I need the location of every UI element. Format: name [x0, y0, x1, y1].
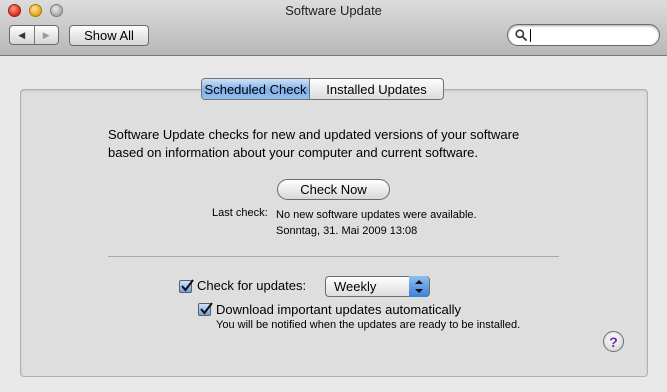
search-icon: [515, 29, 527, 41]
last-check-label: Last check:: [212, 207, 268, 219]
back-forward-control: ◀ ▶: [9, 25, 59, 45]
toolbar: Software Update ◀ ▶ Show All: [0, 0, 667, 56]
show-all-button[interactable]: Show All: [69, 25, 149, 46]
select-arrows-icon: [409, 276, 429, 297]
checkmark-icon: [200, 302, 213, 315]
update-frequency-select[interactable]: Weekly: [325, 276, 430, 297]
last-check-value: No new software updates were available. …: [276, 207, 477, 239]
check-now-button[interactable]: Check Now: [277, 179, 390, 200]
question-mark-icon: ?: [609, 333, 618, 350]
description-text: Software Update checks for new and updat…: [108, 126, 578, 162]
tab-installed-updates[interactable]: Installed Updates: [310, 79, 443, 99]
software-update-window: Software Update ◀ ▶ Show All Scheduled C…: [0, 0, 667, 392]
tab-bar: Scheduled Check Installed Updates: [201, 78, 444, 100]
chevron-right-icon: ▶: [42, 29, 50, 40]
forward-button[interactable]: ▶: [33, 26, 59, 44]
window-title: Software Update: [285, 3, 382, 18]
last-check-result: No new software updates were available.: [276, 209, 477, 221]
search-input[interactable]: [530, 29, 531, 42]
description-line-1: Software Update checks for new and updat…: [108, 127, 520, 142]
download-automatically-label[interactable]: Download important updates automatically: [216, 302, 461, 317]
tab-scheduled-check[interactable]: Scheduled Check: [202, 79, 310, 99]
help-button[interactable]: ?: [603, 331, 624, 352]
divider: [108, 256, 559, 257]
download-note: You will be notified when the updates ar…: [216, 319, 521, 331]
update-frequency-value: Weekly: [334, 279, 377, 294]
search-field[interactable]: [507, 24, 660, 46]
description-line-2: based on information about your computer…: [108, 145, 478, 160]
checkmark-icon: [181, 279, 194, 292]
back-button[interactable]: ◀: [10, 26, 34, 44]
chevron-left-icon: ◀: [18, 29, 26, 40]
last-check-date: Sonntag, 31. Mai 2009 13:08: [276, 225, 418, 237]
download-automatically-checkbox[interactable]: [198, 302, 213, 316]
check-for-updates-checkbox[interactable]: [179, 279, 194, 293]
check-for-updates-label[interactable]: Check for updates:: [197, 278, 306, 293]
